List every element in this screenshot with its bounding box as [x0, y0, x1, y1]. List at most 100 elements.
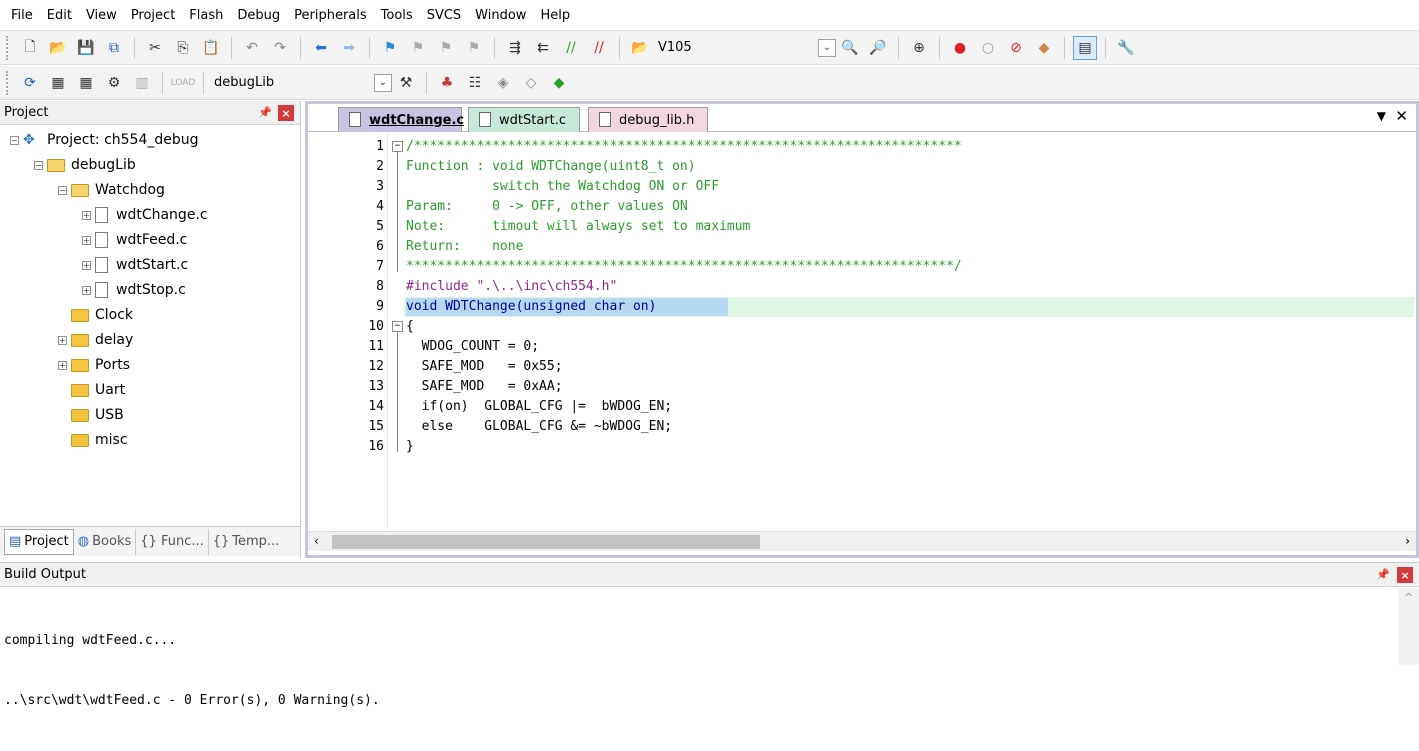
target-options-icon[interactable]: ⚒ [394, 71, 418, 95]
manage-project-icon[interactable]: ♣ [435, 71, 459, 95]
copy-icon[interactable]: ⎘ [171, 36, 195, 60]
bookmark-clear-icon[interactable]: ⚑ [462, 36, 486, 60]
new-file-icon[interactable]: 🗋 [18, 36, 42, 60]
bookmark-prev-icon[interactable]: ⚑ [406, 36, 430, 60]
expand-icon[interactable]: + [82, 285, 91, 295]
uncomment-icon[interactable]: // [587, 36, 611, 60]
scroll-up-icon[interactable]: ^ [1404, 591, 1413, 604]
pin-icon[interactable]: 📌 [1376, 568, 1390, 581]
menu-item-tools[interactable]: Tools [374, 8, 420, 23]
batch-build-icon[interactable]: ⚙ [102, 71, 126, 95]
tree-item[interactable]: − ✥ Project: ch554_debug [10, 129, 199, 151]
select-packs-icon[interactable]: ◈ [491, 71, 515, 95]
tree-item[interactable]: + delay [58, 329, 133, 351]
save-all-icon[interactable]: ⧉ [102, 36, 126, 60]
editor-tab[interactable]: wdtChange.c [338, 107, 464, 132]
tree-item[interactable]: Uart [58, 379, 125, 401]
stop-build-icon[interactable]: ▥ [130, 71, 154, 95]
incremental-find-icon[interactable]: 🔎 [866, 36, 890, 60]
expand-icon[interactable]: + [58, 360, 67, 370]
editor-tab[interactable]: wdtStart.c [468, 107, 580, 132]
editor-tab[interactable]: debug_lib.h [588, 107, 708, 132]
tree-item[interactable]: + wdtChange.c [82, 204, 208, 226]
breakpoint-icon[interactable]: ● [948, 36, 972, 60]
find-combo[interactable]: V105 [658, 36, 818, 60]
build-icon[interactable]: ▦ [46, 71, 70, 95]
expand-icon[interactable]: + [82, 210, 91, 220]
menu-item-peripherals[interactable]: Peripherals [287, 8, 374, 23]
breakpoint-kill-all-icon[interactable]: ◆ [1032, 36, 1056, 60]
unindent-icon[interactable]: ⇇ [531, 36, 555, 60]
expand-icon[interactable]: + [82, 235, 91, 245]
tab-templates[interactable]: {} Temp... [207, 528, 284, 555]
tree-item[interactable]: Clock [58, 304, 133, 326]
expand-icon[interactable]: + [82, 260, 91, 270]
tree-item[interactable]: + wdtStart.c [82, 254, 188, 276]
menu-item-debug[interactable]: Debug [230, 8, 287, 23]
find-combo-dropdown-icon[interactable]: ⌄ [818, 38, 836, 57]
nav-back-icon[interactable]: ⬅ [309, 36, 333, 60]
scroll-thumb[interactable] [332, 535, 760, 549]
configure-icon[interactable]: 🔧 [1114, 36, 1138, 60]
close-icon[interactable]: × [1397, 567, 1413, 583]
close-icon[interactable]: × [278, 105, 294, 121]
tree-item[interactable]: − debugLib [34, 154, 136, 176]
pin-icon[interactable]: 📌 [258, 106, 272, 119]
cut-icon[interactable]: ✂ [143, 36, 167, 60]
undo-icon[interactable]: ↶ [240, 36, 264, 60]
menu-item-help[interactable]: Help [533, 8, 577, 23]
collapse-icon[interactable]: − [34, 160, 43, 170]
menu-item-project[interactable]: Project [124, 8, 182, 23]
menu-item-svcs[interactable]: SVCS [420, 8, 468, 23]
fold-icon[interactable]: − [392, 141, 403, 152]
code-editor[interactable]: 1−/*************************************… [308, 133, 1416, 531]
menu-item-file[interactable]: File [4, 8, 40, 23]
scroll-right-icon[interactable]: › [1405, 534, 1410, 548]
scroll-left-icon[interactable]: ‹ [314, 534, 319, 548]
menu-item-edit[interactable]: Edit [40, 8, 79, 23]
file-extensions-icon[interactable]: ☷ [463, 71, 487, 95]
close-tab-icon[interactable]: ✕ [1395, 107, 1408, 125]
target-combo[interactable]: debugLib [214, 71, 374, 95]
redo-icon[interactable]: ↷ [268, 36, 292, 60]
tree-item[interactable]: USB [58, 404, 124, 426]
vertical-scrollbar[interactable]: ^ [1399, 588, 1419, 665]
open-folder-icon[interactable]: 📂 [46, 36, 70, 60]
tab-project[interactable]: ▤ Project [4, 528, 74, 555]
expand-icon[interactable]: + [58, 335, 67, 345]
tab-functions[interactable]: {} Func... [135, 528, 207, 555]
find-icon[interactable]: 🔍 [838, 36, 862, 60]
menu-item-view[interactable]: View [79, 8, 124, 23]
pack-installer-icon[interactable]: ◇ [519, 71, 543, 95]
download-icon[interactable]: LOAD [171, 71, 196, 95]
breakpoint-disabled-icon[interactable]: ○ [976, 36, 1000, 60]
bookmark-icon[interactable]: ⚑ [378, 36, 402, 60]
bookmark-next-icon[interactable]: ⚑ [434, 36, 458, 60]
menu-item-flash[interactable]: Flash [182, 8, 230, 23]
tree-item[interactable]: + wdtFeed.c [82, 229, 187, 251]
run-time-env-icon[interactable]: ◆ [547, 71, 571, 95]
tree-item[interactable]: misc [58, 429, 128, 451]
toolbar-grip-2[interactable] [6, 70, 10, 95]
debug-session-icon[interactable]: ⊕ [907, 36, 931, 60]
rebuild-icon[interactable]: ▦ [74, 71, 98, 95]
fold-icon[interactable]: − [392, 321, 403, 332]
save-icon[interactable]: 💾 [74, 36, 98, 60]
translate-icon[interactable]: ⟳ [18, 71, 42, 95]
collapse-icon[interactable]: − [10, 135, 19, 145]
tab-books[interactable]: ◍ Books [74, 529, 135, 555]
window-layout-icon[interactable]: ▤ [1073, 35, 1097, 60]
indent-icon[interactable]: ⇶ [503, 36, 527, 60]
paste-icon[interactable]: 📋 [199, 36, 223, 60]
toolbar-grip[interactable] [6, 35, 10, 60]
tree-item[interactable]: − Watchdog [58, 179, 165, 201]
tab-list-dropdown-icon[interactable]: ▼ [1377, 109, 1386, 123]
breakpoint-kill-icon[interactable]: ⊘ [1004, 36, 1028, 60]
tree-item[interactable]: + wdtStop.c [82, 279, 186, 301]
horizontal-scrollbar[interactable]: ‹ › [308, 531, 1416, 551]
comment-icon[interactable]: // [559, 36, 583, 60]
collapse-icon[interactable]: − [58, 185, 67, 195]
tree-item[interactable]: + Ports [58, 354, 130, 376]
find-in-files-icon[interactable]: 📂 [628, 36, 652, 60]
nav-forward-icon[interactable]: ➡ [337, 36, 361, 60]
